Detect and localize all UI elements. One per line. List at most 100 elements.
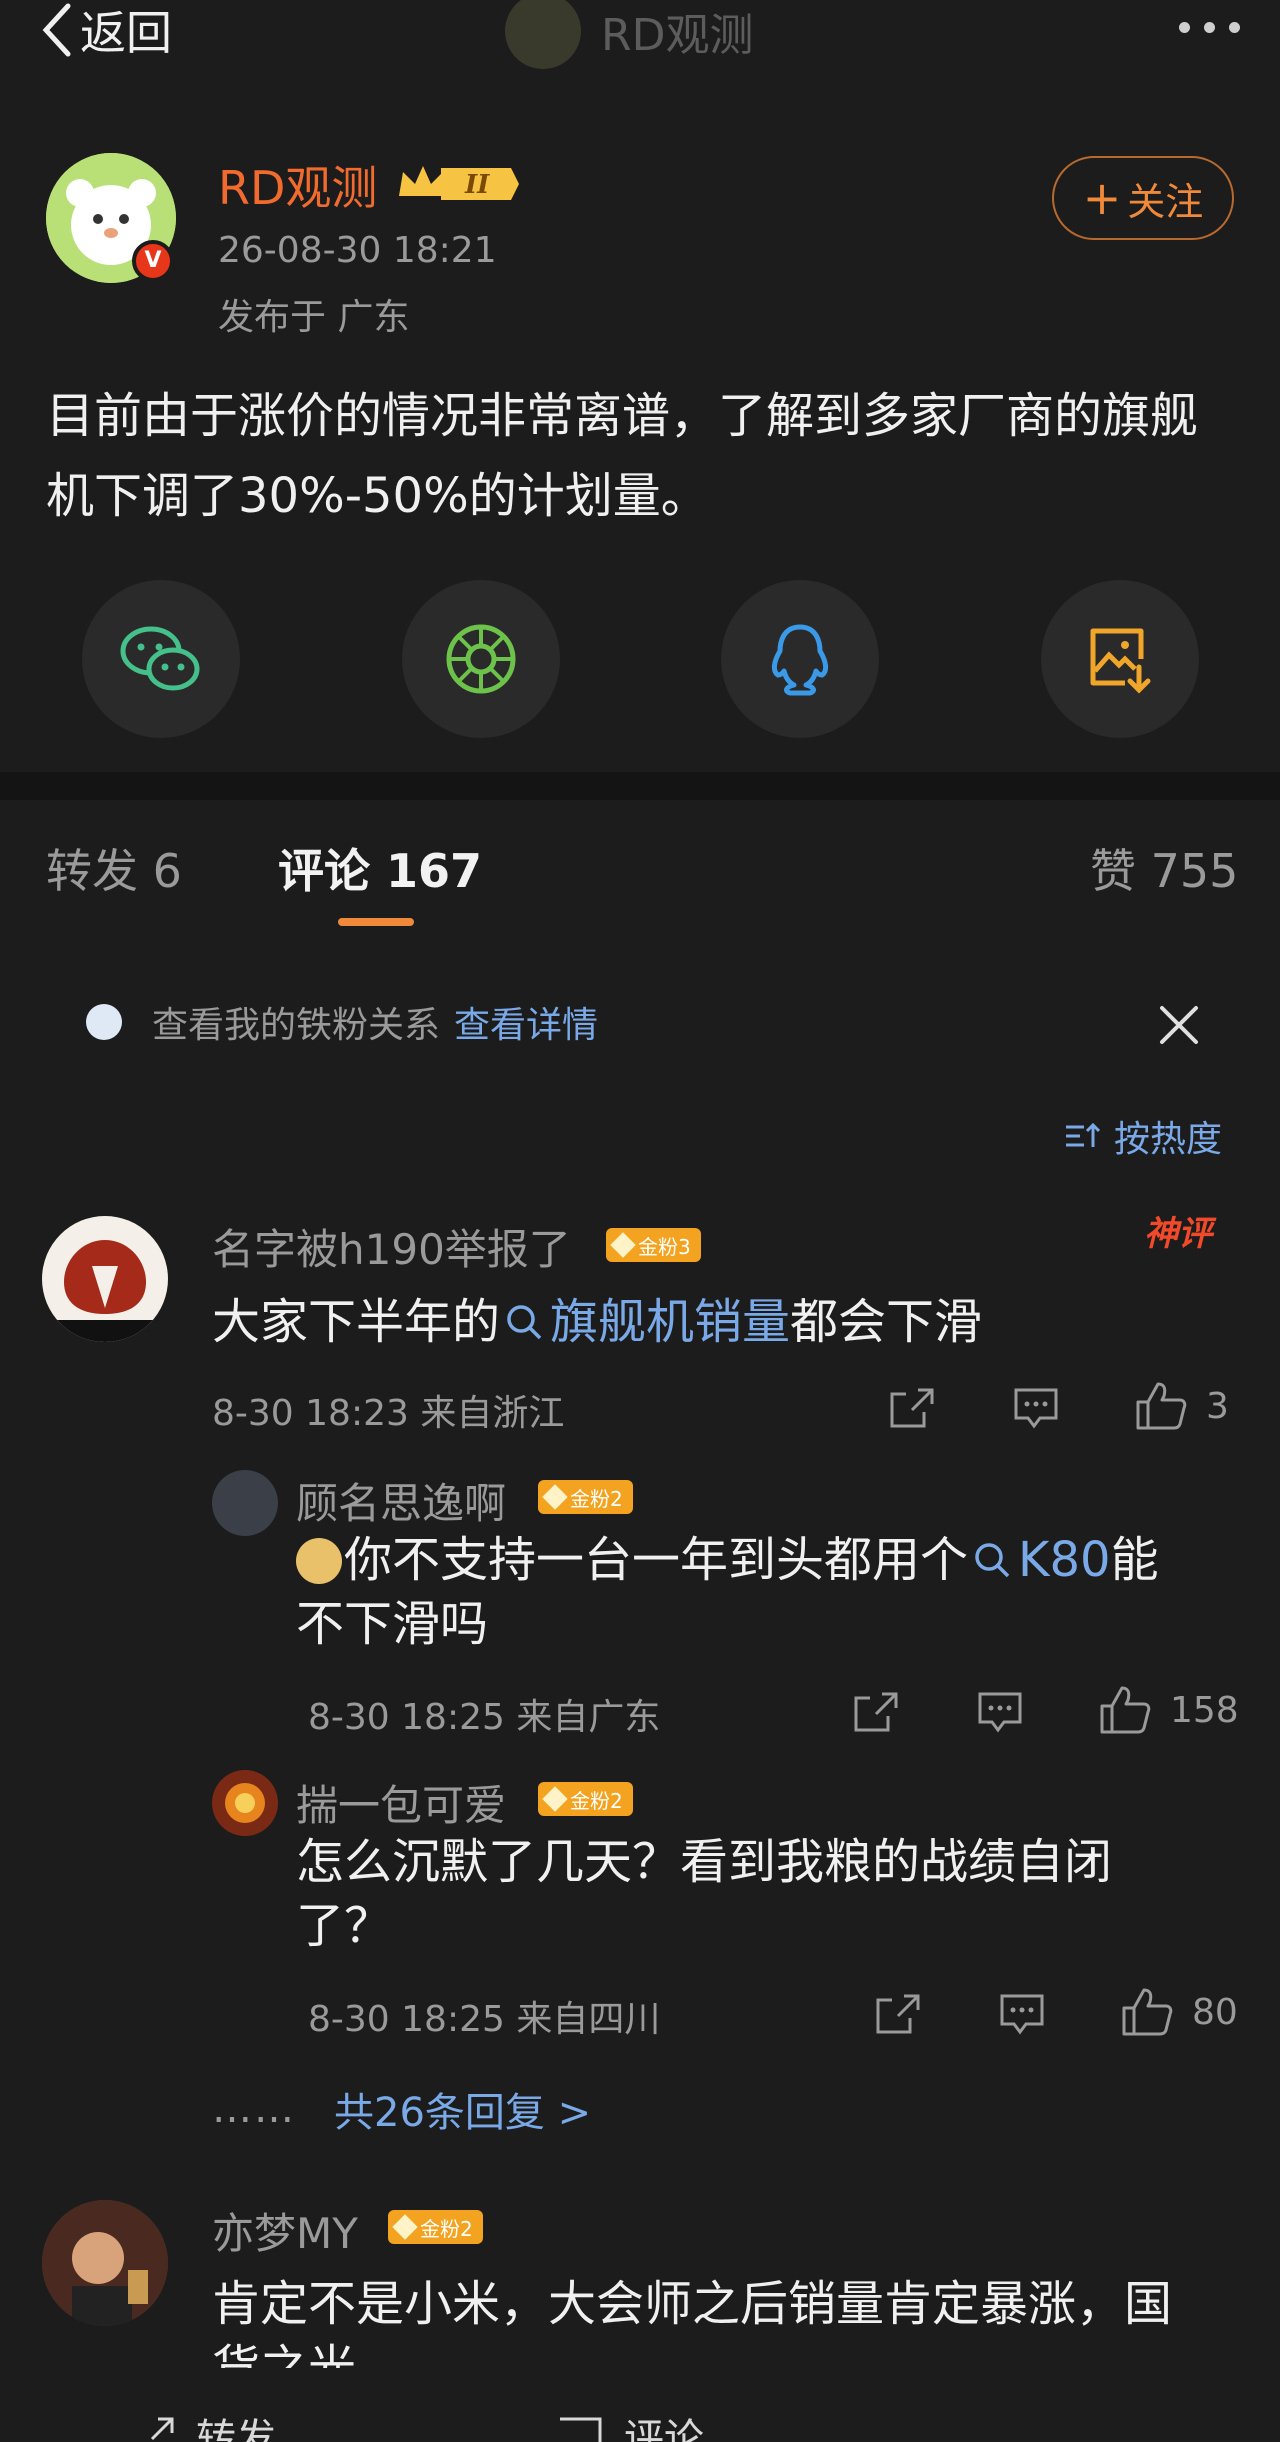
back-label: 返回 bbox=[80, 6, 172, 60]
share-icon bbox=[890, 1388, 934, 1428]
bottom-comment-button[interactable]: 评论 bbox=[556, 2406, 704, 2442]
reply-meta: 8-30 18:25 来自广东 bbox=[308, 1697, 661, 1738]
fans-relation-banner: 查看我的铁粉关系 查看详情 bbox=[86, 996, 598, 1048]
comment-icon bbox=[1014, 1388, 1058, 1429]
fan-badge-text: 金粉2 bbox=[420, 2216, 473, 2241]
close-icon[interactable] bbox=[1156, 1002, 1202, 1048]
share-qq-button[interactable] bbox=[721, 580, 879, 738]
search-icon bbox=[507, 1305, 542, 1340]
sort-label: 按热度 bbox=[1114, 1119, 1223, 1160]
repost-reply-button[interactable] bbox=[874, 1992, 922, 2036]
share-icon bbox=[150, 2417, 174, 2441]
qq-icon bbox=[771, 624, 829, 696]
more-replies-label: 共26条回复 > bbox=[334, 2090, 592, 2136]
section-divider bbox=[0, 772, 1280, 800]
fan-badge-text: 金粉3 bbox=[638, 1234, 691, 1259]
comment-icon bbox=[978, 1692, 1022, 1733]
like-count: 158 bbox=[1170, 1689, 1239, 1731]
follow-label: 关注 bbox=[1127, 179, 1204, 224]
reply-comment-button[interactable] bbox=[1012, 1386, 1060, 1430]
fans-detail-link[interactable]: 查看详情 bbox=[454, 996, 598, 1048]
reply-reply-button[interactable] bbox=[998, 1992, 1046, 2036]
crown-level-icon: II bbox=[395, 160, 519, 208]
post-location: 发布于 广东 bbox=[218, 297, 410, 338]
reply-text: 怎么沉默了几天？看到我粮的战绩自闭了？ bbox=[296, 1834, 1113, 1954]
comment-text: 大家下半年的 旗舰机销量都会下滑 bbox=[212, 1290, 1212, 1354]
comment-icon bbox=[1000, 1994, 1044, 2035]
more-replies-link[interactable]: …… 共26条回复 > bbox=[212, 2080, 591, 2138]
commenter-avatar[interactable] bbox=[42, 2200, 168, 2326]
thumbs-up-icon bbox=[1122, 1988, 1173, 2036]
chevron-left-icon bbox=[42, 3, 71, 57]
fan-badge-text: 金粉2 bbox=[570, 1788, 623, 1813]
god-comment-tag: 神评 bbox=[1144, 1214, 1212, 1254]
like-reply-button[interactable]: 80 bbox=[1120, 1986, 1238, 2038]
post-body: 目前由于涨价的情况非常离谱，了解到多家厂商的旗舰机下调了30%-50%的计划量。 bbox=[46, 388, 1199, 524]
follow-button[interactable]: + 关注 bbox=[1052, 156, 1234, 240]
reply-reply-button[interactable] bbox=[976, 1690, 1024, 1734]
reply-text: 你不支持一台一年到头都用个 K80能不下滑吗 bbox=[296, 1528, 1196, 1656]
tab-likes[interactable]: 赞 755 bbox=[1090, 835, 1238, 901]
back-button[interactable]: 返回 bbox=[40, 0, 172, 60]
top-nav: 返回 RD观测 bbox=[0, 0, 1280, 70]
fan-badge: 金粉2 bbox=[538, 1480, 633, 1514]
more-menu-icon[interactable] bbox=[1179, 22, 1240, 33]
verified-badge-icon: V bbox=[132, 240, 174, 282]
replier-avatar[interactable] bbox=[212, 1470, 278, 1536]
commenter-name[interactable]: 名字被h190举报了 bbox=[212, 1216, 571, 1277]
diamond-icon bbox=[86, 1004, 122, 1040]
like-count: 3 bbox=[1206, 1385, 1229, 1427]
search-icon bbox=[975, 1543, 1010, 1578]
topic-search-link[interactable]: 旗舰机销量 bbox=[500, 1294, 790, 1350]
doge-emoji-icon bbox=[296, 1538, 342, 1584]
save-image-icon bbox=[1090, 628, 1151, 694]
repost-reply-button[interactable] bbox=[852, 1690, 900, 1734]
nav-avatar bbox=[505, 0, 581, 69]
repost-comment-button[interactable] bbox=[888, 1386, 936, 1430]
bottom-repost-label: 转发 bbox=[196, 2416, 276, 2442]
save-image-button[interactable] bbox=[1041, 580, 1199, 738]
like-comment-button[interactable]: 3 bbox=[1134, 1380, 1229, 1432]
share-moments-button[interactable] bbox=[402, 580, 560, 738]
sort-by-hot-button[interactable]: 按热度 bbox=[1064, 1110, 1222, 1162]
share-wechat-button[interactable] bbox=[82, 580, 240, 738]
tab-comments[interactable]: 评论 167 bbox=[278, 835, 482, 901]
fan-badge: 金粉2 bbox=[538, 1782, 633, 1816]
replier-name[interactable]: 揣一包可爱 bbox=[296, 1772, 506, 1833]
comment-text: 肯定不是小米，大会师之后销量肯定暴涨，国货之光 bbox=[212, 2276, 1173, 2368]
fans-text: 查看我的铁粉关系 bbox=[152, 1005, 441, 1046]
nav-title-group[interactable]: RD观测 bbox=[505, 0, 754, 69]
topic-search-link[interactable]: K80 bbox=[968, 1532, 1111, 1588]
reply-text-part: 你不支持一台一年到头都用个 bbox=[344, 1532, 969, 1588]
tab-active-indicator bbox=[338, 918, 414, 926]
wechat-icon bbox=[120, 626, 200, 691]
nav-title: RD观测 bbox=[601, 10, 754, 61]
topic-text: K80 bbox=[1018, 1532, 1111, 1588]
thumbs-up-icon bbox=[1136, 1382, 1187, 1430]
sort-icon bbox=[1066, 1122, 1100, 1147]
bottom-action-bar: 转发 评论 bbox=[0, 2400, 1280, 2442]
bottom-comment-label: 评论 bbox=[624, 2416, 704, 2442]
like-reply-button[interactable]: 158 bbox=[1098, 1684, 1239, 1736]
comment-meta: 8-30 18:23 来自浙江 bbox=[212, 1393, 565, 1434]
tab-repost[interactable]: 转发 6 bbox=[46, 835, 182, 901]
comment-text-part: 都会下滑 bbox=[790, 1294, 983, 1350]
moments-icon bbox=[446, 624, 516, 694]
share-icon bbox=[854, 1692, 898, 1732]
thumbs-up-icon bbox=[1100, 1686, 1151, 1734]
like-count: 80 bbox=[1192, 1991, 1238, 2033]
reply-meta: 8-30 18:25 来自四川 bbox=[308, 1999, 661, 2040]
comment-icon bbox=[560, 2417, 602, 2442]
topic-text: 旗舰机销量 bbox=[550, 1294, 791, 1350]
replier-avatar[interactable] bbox=[212, 1770, 278, 1836]
ellipsis: …… bbox=[212, 2086, 296, 2132]
replier-name[interactable]: 顾名思逸啊 bbox=[296, 1470, 506, 1531]
share-icon bbox=[876, 1994, 920, 2034]
bottom-repost-button[interactable]: 转发 bbox=[128, 2406, 276, 2442]
fan-badge: 金粉2 bbox=[388, 2210, 483, 2244]
author-name[interactable]: RD观测 bbox=[218, 152, 377, 218]
plus-icon: + bbox=[1082, 171, 1122, 225]
commenter-name[interactable]: 亦梦MY bbox=[212, 2200, 358, 2261]
commenter-avatar[interactable] bbox=[42, 1216, 168, 1342]
level-badge-text: II bbox=[464, 170, 490, 200]
